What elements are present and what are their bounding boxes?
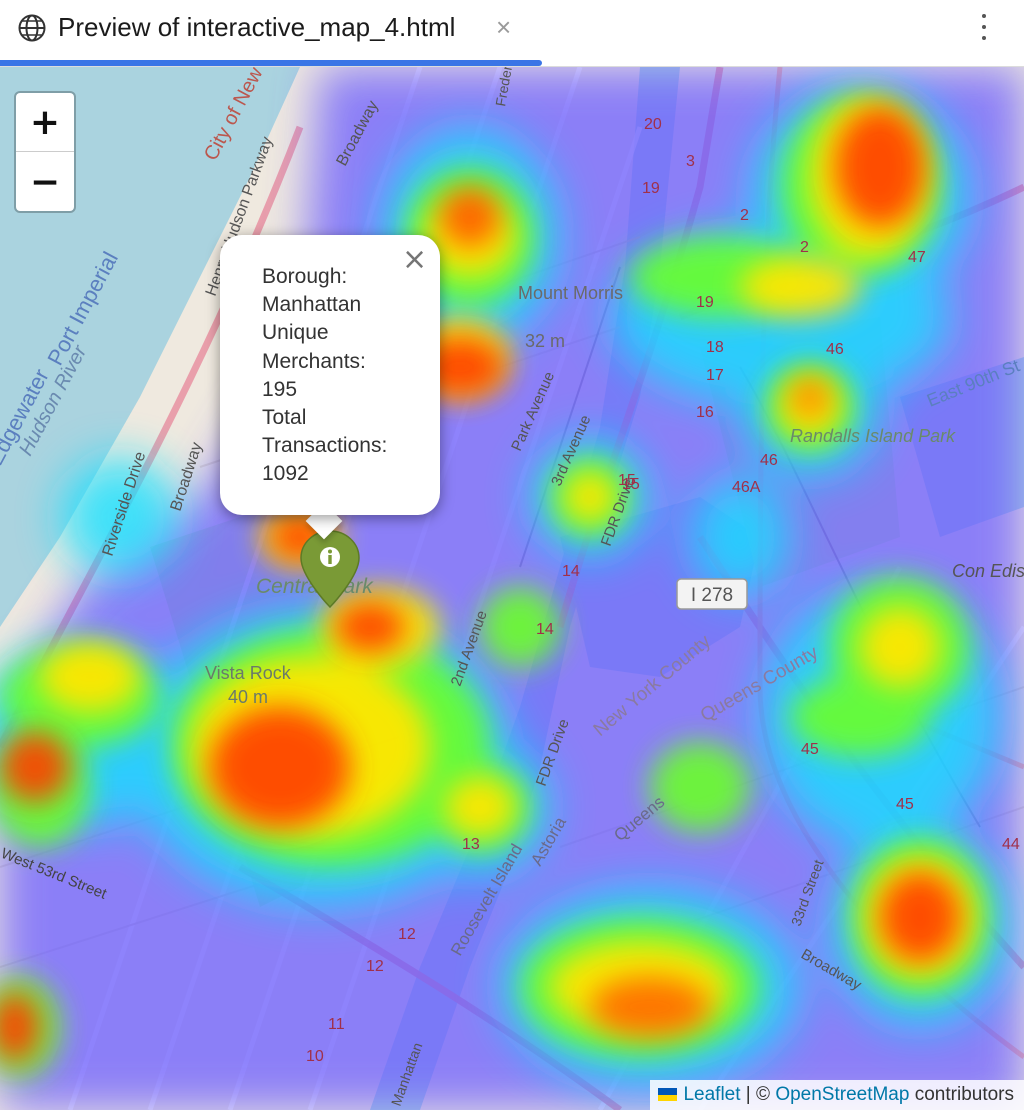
highway-exit-label: 19 [642,180,660,197]
popup-line: Unique [262,321,329,345]
highway-exit-label: 3 [686,153,695,170]
highway-exit-label: 17 [706,367,724,384]
popup-line: 1092 [262,462,309,486]
highway-exit-label: 20 [644,116,662,133]
more-vertical-icon[interactable] [972,10,996,44]
highway-exit-label: 46A [732,479,761,496]
highway-exit-label: 2 [740,207,749,224]
attribution-separator: | © [740,1084,776,1105]
popup-line: Borough: [262,265,348,288]
osm-link[interactable]: OpenStreetMap [775,1084,909,1105]
highway-exit-label: 45 [801,741,819,758]
highway-exit-label: 19 [696,294,714,311]
popup-line: Transactions: [262,434,388,458]
highway-exit-label: 47 [908,249,926,266]
label-mount-morris-elev: 32 m [525,331,565,351]
highway-exit-label: 15 [622,476,640,493]
highway-exit-label: 16 [696,404,714,421]
map-marker[interactable] [299,527,361,611]
label-vista-rock-elev: 40 m [228,687,268,707]
globe-icon [18,14,46,42]
i278-shield: I 278 [676,578,748,610]
label-vista-rock: Vista Rock [205,663,292,683]
attribution-contributors: contributors [909,1084,1014,1105]
highway-exit-label: 45 [896,796,914,813]
tab-title[interactable]: Preview of interactive_map_4.html [58,10,455,44]
map-base-layer[interactable]: City of New Port Imperial Edgewater Huds… [0,67,1024,1110]
highway-exit-label: 11 [328,1016,345,1033]
highway-exit-label: 46 [760,452,778,469]
preview-tab-bar: Preview of interactive_map_4.html × [0,0,1024,67]
map-attribution: Leaflet | © OpenStreetMap contributors [650,1080,1024,1110]
highway-exit-label: 13 [462,836,480,853]
popup-content: Borough: Manhattan Unique Merchants: 195… [262,263,422,489]
zoom-out-button[interactable]: − [16,153,74,211]
highway-exit-label: 46 [826,341,844,358]
highway-exit-label: 18 [706,339,724,356]
zoom-control: + − [14,91,76,213]
popup-line: Total [262,406,307,430]
leaflet-link[interactable]: Leaflet [683,1084,740,1105]
highway-exit-label: 12 [398,926,416,943]
highway-exit-label: 12 [366,958,384,975]
highway-exit-label: 2 [800,239,809,256]
svg-text:I 278: I 278 [691,585,733,606]
highway-exit-label: 14 [536,621,554,638]
label-con-edison: Con Edis [952,561,1024,581]
highway-exit-label: 14 [562,563,580,580]
popup-line: 195 [262,377,298,401]
zoom-in-button[interactable]: + [16,93,74,152]
popup-line: Manhattan [262,293,362,317]
marker-popup: × Borough: Manhattan Unique Merchants: 1… [220,235,440,515]
tab-close-button[interactable]: × [496,10,511,44]
highway-exit-label: 10 [306,1048,324,1065]
info-icon [320,547,340,567]
popup-line: Merchants: [262,349,366,373]
ukraine-flag-icon [658,1088,678,1101]
label-randalls-island: Randalls Island Park [790,426,956,446]
label-mount-morris: Mount Morris [518,283,623,303]
map-container[interactable]: City of New Port Imperial Edgewater Huds… [0,67,1024,1110]
highway-exit-label: 44 [1002,836,1020,853]
